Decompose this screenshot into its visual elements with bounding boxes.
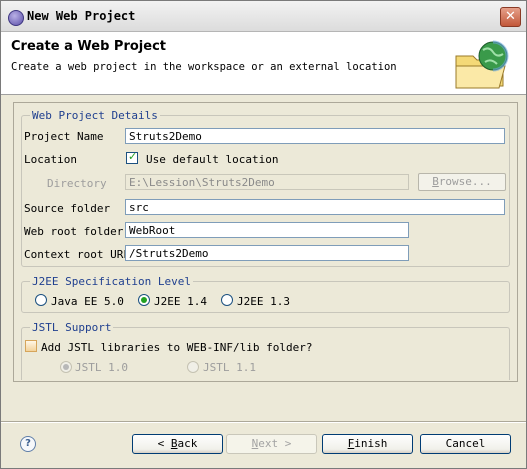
- finish-button[interactable]: Finish: [322, 434, 413, 454]
- directory-label: Directory: [47, 177, 107, 190]
- next-button[interactable]: Next >: [226, 434, 317, 454]
- jstl-support-legend: JSTL Support: [32, 321, 112, 334]
- window-title: New Web Project: [27, 9, 136, 23]
- j2ee-1-4-label: J2EE 1.4: [154, 295, 207, 308]
- eclipse-icon: [8, 10, 24, 26]
- page-description: Create a web project in the workspace or…: [11, 61, 397, 73]
- jstl-1-0-radio[interactable]: [60, 361, 72, 373]
- use-default-location-checkbox[interactable]: ✓: [126, 150, 138, 164]
- project-name-label: Project Name: [24, 130, 104, 143]
- use-default-location-label: Use default location: [146, 153, 279, 166]
- web-project-details-legend: Web Project Details: [32, 109, 158, 122]
- content-panel: Web Project Details Project Name Struts2…: [13, 102, 518, 382]
- source-folder-input[interactable]: src: [125, 199, 505, 215]
- cancel-button[interactable]: Cancel: [420, 434, 511, 454]
- web-root-folder-input[interactable]: WebRoot: [125, 222, 409, 238]
- web-project-folder-icon: [455, 40, 509, 89]
- page-title: Create a Web Project: [11, 39, 166, 54]
- dialog-window: New Web Project ✕ Create a Web Project C…: [0, 0, 527, 469]
- location-label: Location: [24, 153, 77, 166]
- add-jstl-label: Add JSTL libraries to WEB-INF/lib folder…: [41, 341, 313, 354]
- source-folder-label: Source folder: [24, 202, 111, 215]
- project-name-input[interactable]: Struts2Demo: [125, 128, 505, 144]
- context-root-url-input[interactable]: /Struts2Demo: [125, 245, 409, 261]
- java-ee-5-radio[interactable]: [35, 294, 47, 306]
- jstl-1-1-label: JSTL 1.1: [203, 361, 256, 374]
- context-root-url-label: Context root URL: [24, 248, 130, 261]
- j2ee-1-3-label: J2EE 1.3: [237, 295, 290, 308]
- browse-button[interactable]: Browse...: [418, 173, 506, 191]
- back-button[interactable]: < Back: [132, 434, 223, 454]
- jstl-1-0-label: JSTL 1.0: [75, 361, 128, 374]
- footer-separator: [1, 421, 526, 423]
- help-icon[interactable]: ?: [20, 436, 36, 452]
- directory-input[interactable]: E:\Lession\Struts2Demo: [125, 174, 409, 190]
- add-jstl-checkbox[interactable]: [25, 340, 37, 352]
- wizard-banner: Create a Web Project Create a web projec…: [1, 32, 526, 95]
- title-bar[interactable]: New Web Project ✕: [1, 1, 526, 32]
- checkmark-icon: ✓: [128, 150, 138, 163]
- close-button[interactable]: ✕: [500, 7, 521, 27]
- j2ee-1-4-radio[interactable]: [138, 294, 150, 306]
- j2ee-1-3-radio[interactable]: [221, 294, 233, 306]
- java-ee-5-label: Java EE 5.0: [51, 295, 124, 308]
- jstl-1-1-radio[interactable]: [187, 361, 199, 373]
- j2ee-level-legend: J2EE Specification Level: [32, 275, 191, 288]
- web-root-folder-label: Web root folder: [24, 225, 124, 238]
